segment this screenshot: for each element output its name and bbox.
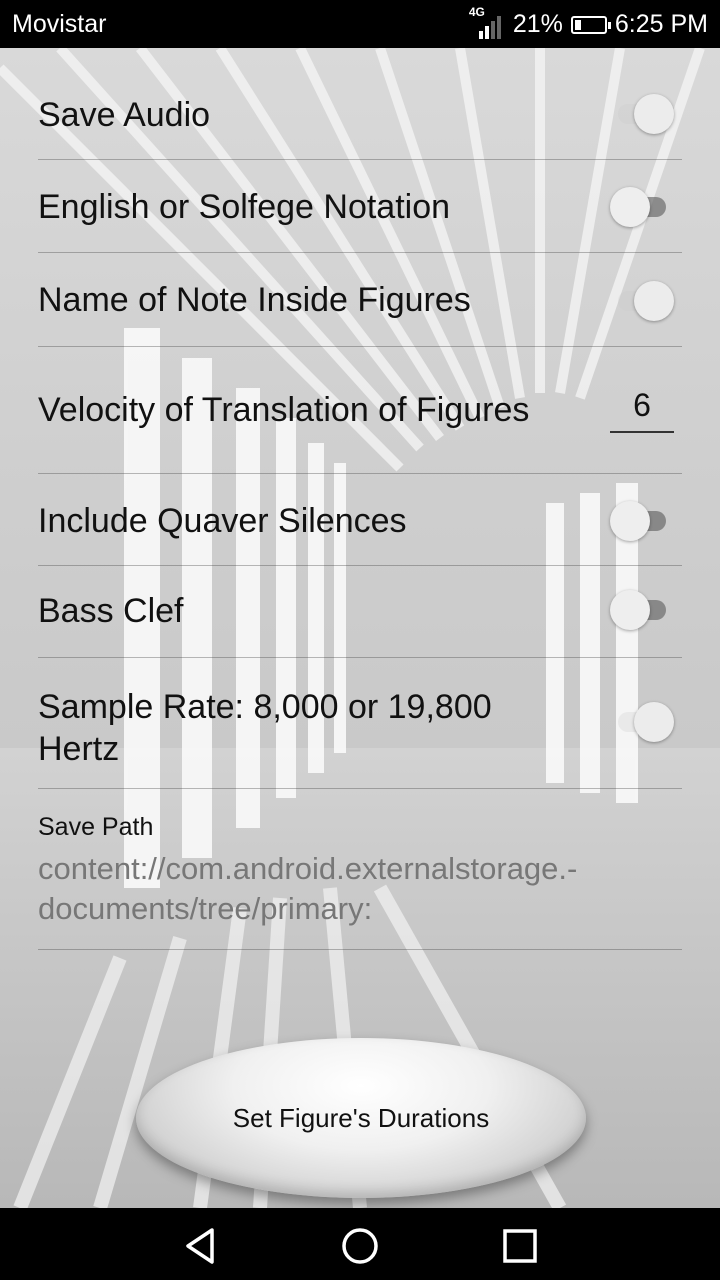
setting-bass-clef[interactable]: Bass Clef xyxy=(38,566,682,658)
setting-label: Include Quaver Silences xyxy=(38,502,407,540)
carrier-name: Movistar xyxy=(12,10,107,38)
clock: 6:25 PM xyxy=(614,10,708,38)
note-name-switch[interactable] xyxy=(610,281,674,321)
save-path-line2: documents/tree/primary: xyxy=(38,891,373,926)
set-durations-button[interactable]: Set Figure's Durations xyxy=(136,1038,586,1198)
setting-sample-rate[interactable]: Sample Rate: 8,000 or 19,800 Hertz xyxy=(38,658,682,789)
sample-rate-line2: Hertz xyxy=(38,730,120,768)
back-icon[interactable] xyxy=(180,1226,220,1266)
velocity-input[interactable]: 6 xyxy=(610,387,674,433)
save-path-value: content://com.android.externalstorage.- d… xyxy=(38,849,678,929)
settings-list: Save Audio English or Solfege Notation N… xyxy=(38,48,682,950)
setting-label: Bass Clef xyxy=(38,592,184,630)
navigation-bar xyxy=(0,1208,720,1280)
sample-rate-line1: Sample Rate: 8,000 or 19,800 xyxy=(38,688,492,726)
quaver-silences-switch[interactable] xyxy=(610,501,674,541)
bass-clef-switch[interactable] xyxy=(610,590,674,630)
recents-icon[interactable] xyxy=(500,1226,540,1266)
status-icons: 4G 21% 6:25 PM xyxy=(469,5,708,39)
notation-switch[interactable] xyxy=(610,187,674,227)
setting-save-audio[interactable]: Save Audio xyxy=(38,48,682,160)
setting-velocity[interactable]: Velocity of Translation of Figures 6 xyxy=(38,347,682,474)
battery-icon xyxy=(570,15,611,34)
setting-label: Velocity of Translation of Figures xyxy=(38,391,530,429)
save-audio-switch[interactable] xyxy=(610,94,674,134)
settings-screen: Save Audio English or Solfege Notation N… xyxy=(0,48,720,1208)
sample-rate-switch[interactable] xyxy=(610,702,674,742)
status-bar: Movistar 4G 21% 6:25 PM xyxy=(0,0,720,48)
setting-label: Name of Note Inside Figures xyxy=(38,281,471,319)
setting-label: Sample Rate: 8,000 or 19,800 Hertz xyxy=(38,686,492,770)
setting-save-path[interactable]: Save Path content://com.android.external… xyxy=(38,789,682,950)
setting-note-name-inside[interactable]: Name of Note Inside Figures xyxy=(38,253,682,347)
signal-icon: 4G xyxy=(469,5,505,39)
home-icon[interactable] xyxy=(340,1226,380,1266)
setting-notation[interactable]: English or Solfege Notation xyxy=(38,160,682,253)
save-path-line1: content://com.android.externalstorage.- xyxy=(38,851,578,886)
save-path-title: Save Path xyxy=(38,813,154,841)
setting-label: Save Audio xyxy=(38,96,211,134)
setting-quaver-silences[interactable]: Include Quaver Silences xyxy=(38,474,682,566)
setting-label: English or Solfege Notation xyxy=(38,188,451,226)
battery-percent: 21% xyxy=(512,10,563,38)
set-durations-label: Set Figure's Durations xyxy=(232,1102,490,1133)
